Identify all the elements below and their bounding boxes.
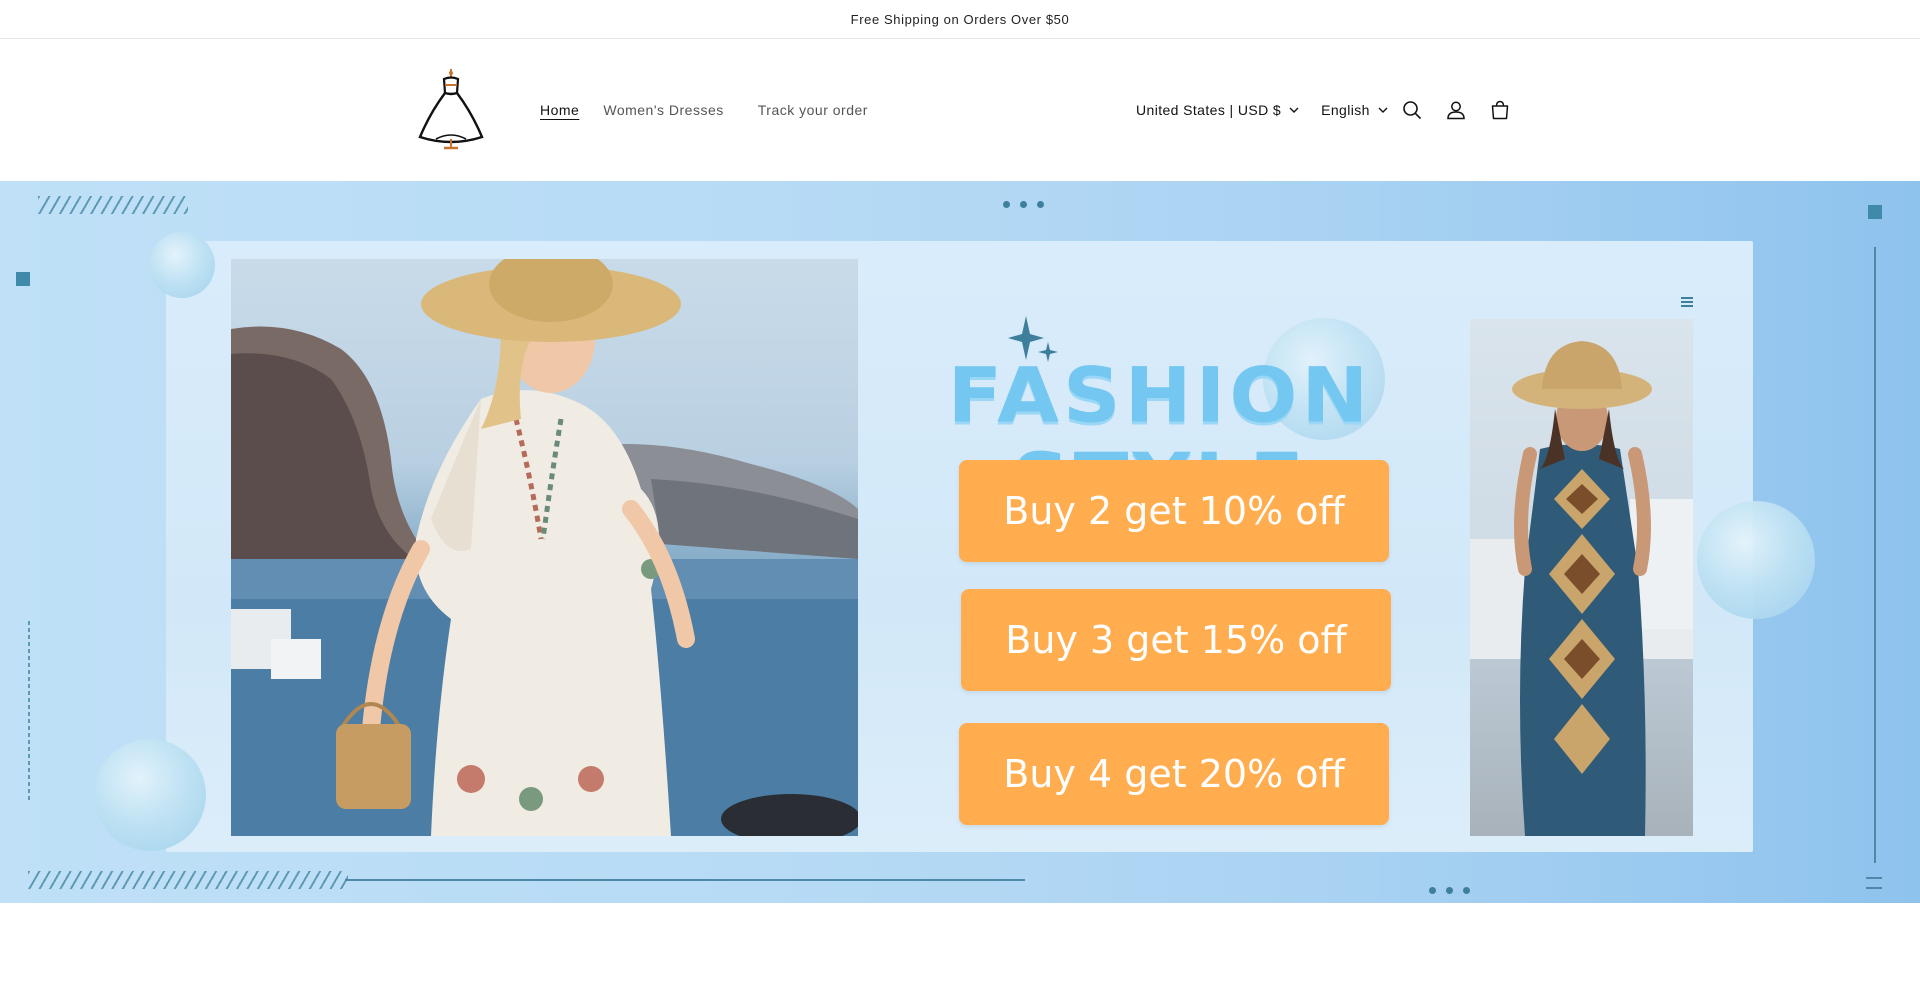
line-decoration [1874, 247, 1876, 863]
bubble-decoration [149, 232, 215, 298]
stripes-decoration [28, 871, 348, 889]
woman-patterned-dress-photo-icon [1470, 341, 1693, 836]
cart-icon [1491, 100, 1509, 120]
account-icon [1447, 101, 1465, 120]
chevron-down-icon [1289, 107, 1299, 113]
offer-buy-4[interactable]: Buy 4 get 20% off [959, 723, 1389, 825]
line-decoration [1866, 887, 1882, 889]
nav-track-order[interactable]: Track your order [758, 100, 868, 120]
nav-home[interactable]: Home [540, 100, 579, 120]
square-decoration [1868, 205, 1882, 219]
announcement-bar: Free Shipping on Orders Over $50 [0, 0, 1920, 39]
header-icons [1390, 95, 1522, 125]
dots-decoration [1003, 201, 1044, 208]
localization: United States | USD $ English [1136, 100, 1410, 120]
search-button[interactable] [1390, 95, 1434, 125]
hero-banner[interactable]: FASHION STYLE Buy 2 get 10% off Buy 3 ge… [0, 181, 1920, 903]
hero-image-left [231, 259, 858, 836]
offer-buy-2[interactable]: Buy 2 get 10% off [959, 460, 1389, 562]
site-header: Home Women's Dresses Track your order Un… [0, 39, 1920, 181]
store-logo[interactable] [416, 67, 486, 151]
square-decoration [16, 272, 30, 286]
cart-button[interactable] [1478, 95, 1522, 125]
stripes-decoration [38, 196, 188, 214]
dress-logo-icon [418, 69, 484, 150]
hero-headline: FASHION STYLE [947, 351, 1373, 524]
main-nav: Home Women's Dresses Track your order [540, 100, 892, 120]
search-icon [1403, 101, 1422, 120]
country-selector-label: United States | USD $ [1136, 102, 1282, 118]
offer-buy-3[interactable]: Buy 3 get 15% off [961, 589, 1391, 691]
nav-womens-dresses[interactable]: Women's Dresses [603, 100, 723, 120]
bubble-decoration [1697, 501, 1815, 619]
language-selector[interactable]: English [1321, 100, 1388, 120]
account-button[interactable] [1434, 95, 1478, 125]
language-selector-label: English [1321, 102, 1370, 118]
line-decoration [1866, 877, 1882, 879]
chevron-down-icon [1378, 107, 1388, 113]
line-decoration [345, 879, 1025, 881]
bubble-decoration [94, 739, 206, 851]
announcement-text: Free Shipping on Orders Over $50 [850, 11, 1070, 27]
woman-white-dress-photo-icon [231, 259, 858, 836]
dots-decoration [1429, 887, 1470, 894]
hero-image-right [1470, 319, 1693, 836]
menu-lines-icon [1681, 297, 1693, 307]
line-decoration [28, 621, 30, 801]
country-selector[interactable]: United States | USD $ [1136, 100, 1299, 120]
